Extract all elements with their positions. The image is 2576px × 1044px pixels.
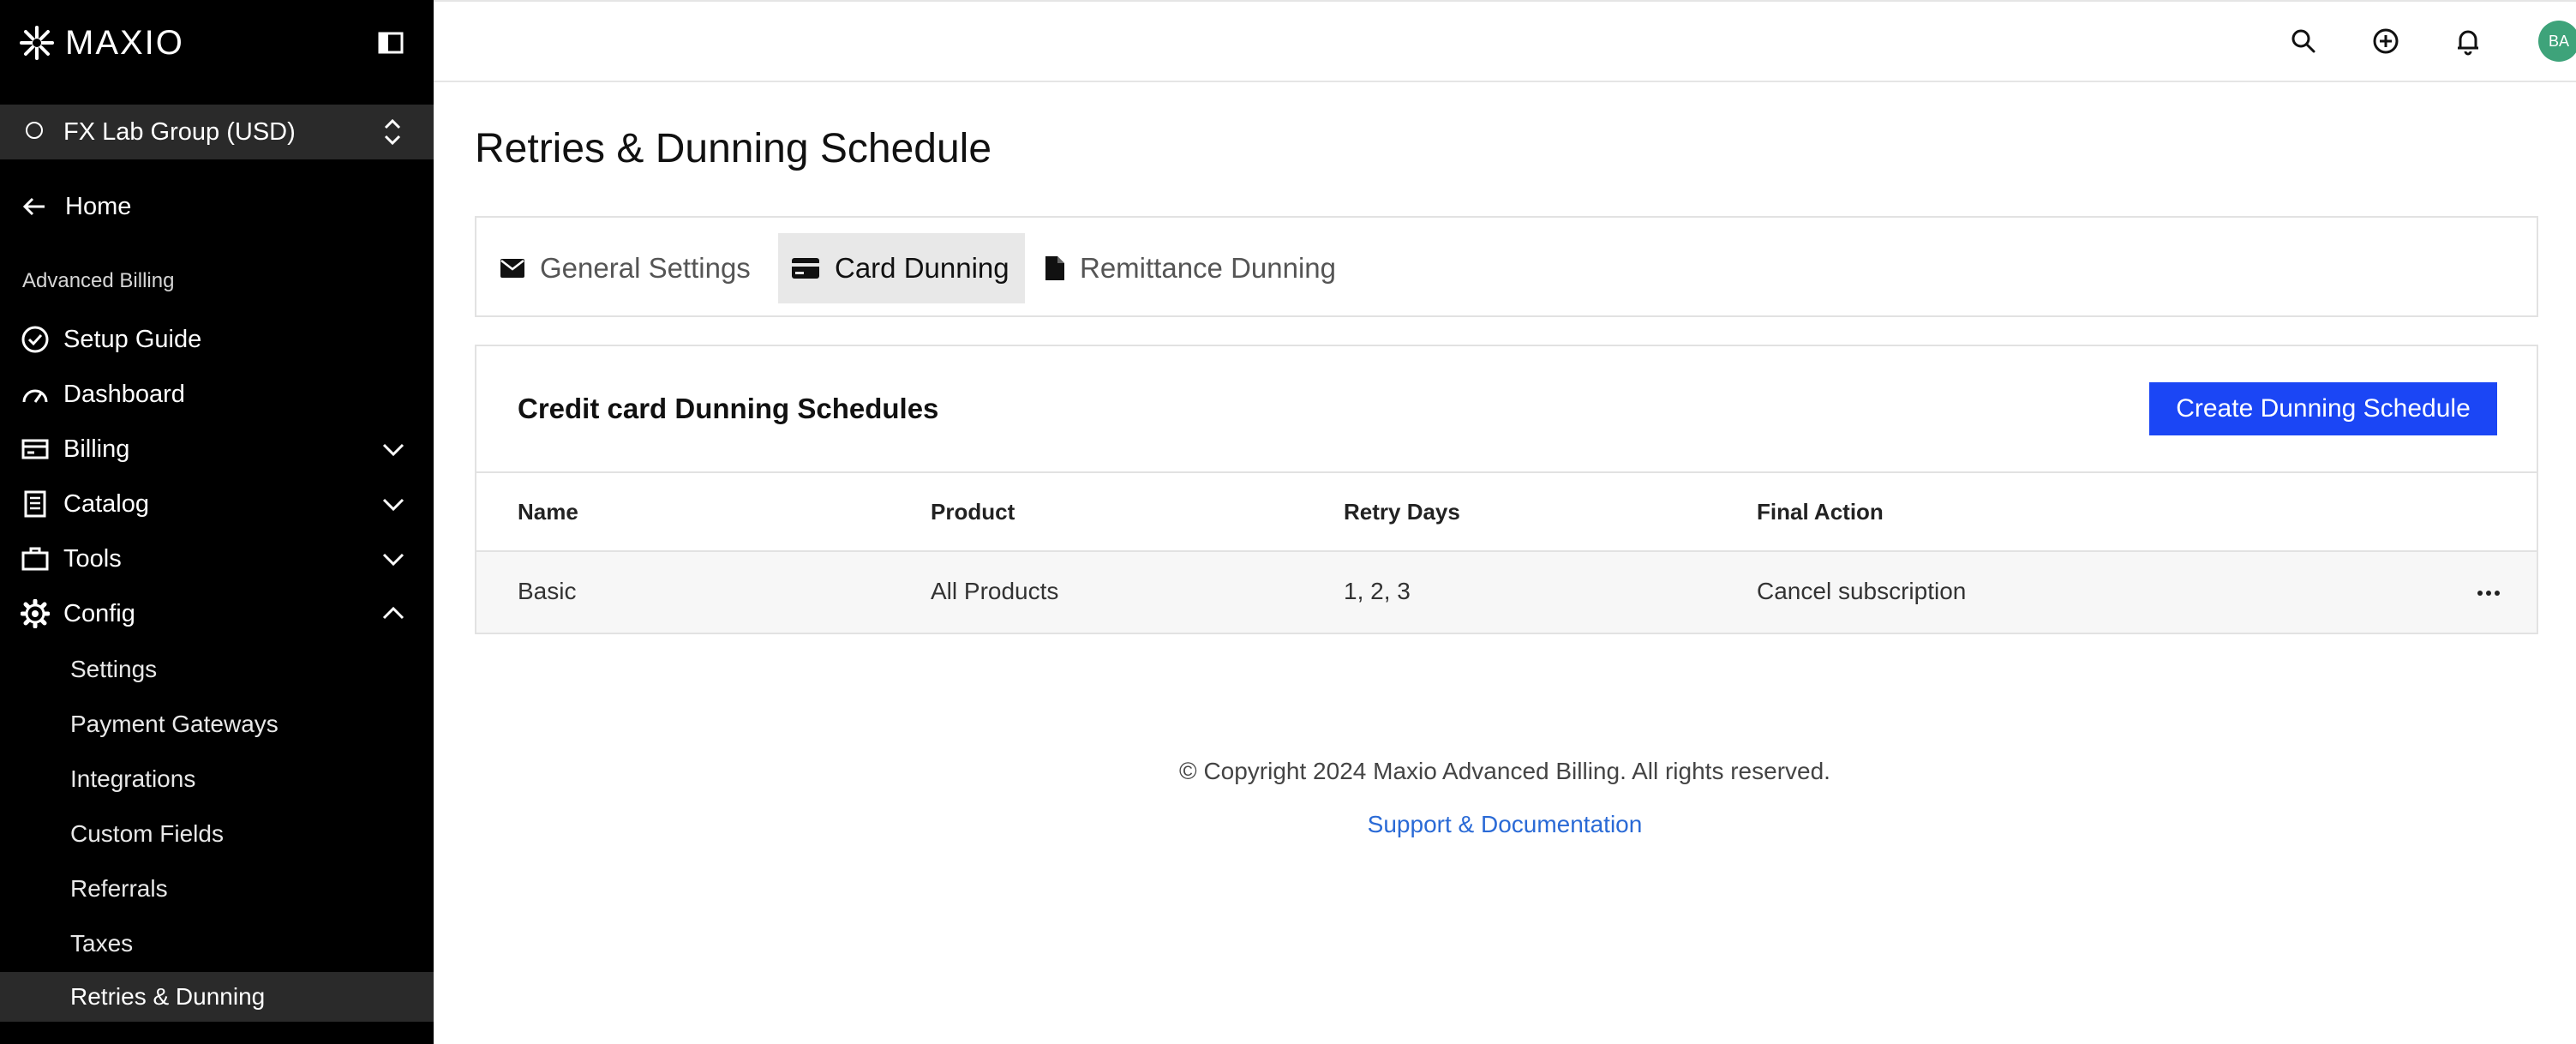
sidebar-item-label: Billing bbox=[63, 435, 130, 463]
create-dunning-schedule-button[interactable]: Create Dunning Schedule bbox=[2149, 382, 2497, 435]
sidebar-subitem-retries-dunning[interactable]: Retries & Dunning bbox=[0, 972, 434, 1022]
column-header-final-action: Final Action bbox=[1757, 499, 1884, 525]
column-header-product: Product bbox=[931, 499, 1015, 525]
tab-general-settings[interactable]: General Settings bbox=[500, 233, 761, 303]
page-title: Retries & Dunning Schedule bbox=[475, 126, 992, 171]
tab-label: Remittance Dunning bbox=[1080, 252, 1336, 284]
check-circle-icon bbox=[21, 325, 50, 354]
cell-final-action: Cancel subscription bbox=[1757, 578, 1967, 604]
sidebar-subitem-taxes[interactable]: Taxes bbox=[0, 919, 434, 969]
account-status-icon bbox=[26, 122, 43, 139]
document-icon bbox=[1045, 256, 1064, 280]
sidebar-subitem-referrals[interactable]: Referrals bbox=[0, 864, 434, 914]
more-actions-icon[interactable] bbox=[2473, 578, 2504, 609]
tab-card-dunning[interactable]: Card Dunning bbox=[778, 233, 1025, 303]
billing-card-icon bbox=[21, 435, 50, 464]
sidebar-item-label: Tools bbox=[63, 544, 122, 573]
tab-bar: General Settings Card Dunning Remittance… bbox=[475, 216, 2538, 317]
sidebar-item-catalog[interactable]: Catalog bbox=[0, 480, 434, 528]
avatar[interactable]: BA bbox=[2538, 21, 2576, 62]
sidebar-item-tools[interactable]: Tools bbox=[0, 535, 434, 583]
sidebar-subitem-label: Referrals bbox=[70, 875, 168, 902]
toolbox-icon bbox=[21, 544, 50, 573]
sidebar-subitem-label: Taxes bbox=[70, 930, 134, 957]
sidebar-item-label: Dashboard bbox=[63, 380, 185, 408]
tab-label: General Settings bbox=[540, 252, 751, 284]
cell-retry-days: 1, 2, 3 bbox=[1344, 578, 1411, 604]
search-icon[interactable] bbox=[2288, 26, 2319, 57]
chevron-up-down-icon bbox=[384, 118, 401, 146]
support-documentation-link[interactable]: Support & Documentation bbox=[434, 811, 2576, 838]
sidebar-subitem-settings[interactable]: Settings bbox=[0, 645, 434, 694]
table-header: Name Product Retry Days Final Action bbox=[476, 471, 2537, 552]
account-switcher[interactable]: FX Lab Group (USD) bbox=[0, 105, 434, 159]
sidebar-item-billing[interactable]: Billing bbox=[0, 425, 434, 473]
column-header-retry-days: Retry Days bbox=[1344, 499, 1460, 525]
section-label: Advanced Billing bbox=[22, 269, 175, 292]
sidebar-collapse-icon[interactable] bbox=[377, 29, 404, 57]
table-row[interactable]: Basic All Products 1, 2, 3 Cancel subscr… bbox=[476, 552, 2537, 633]
brand-name: MAXIO bbox=[65, 23, 184, 62]
support-link-label[interactable]: Support & Documentation bbox=[1368, 811, 1643, 837]
tab-remittance-dunning[interactable]: Remittance Dunning bbox=[1045, 233, 1336, 303]
sidebar-item-dashboard[interactable]: Dashboard bbox=[0, 370, 434, 418]
tab-label: Card Dunning bbox=[835, 252, 1009, 284]
avatar-initials: BA bbox=[2548, 32, 2569, 50]
sidebar-subitem-label: Integrations bbox=[70, 765, 196, 792]
cell-product: All Products bbox=[931, 578, 1059, 604]
home-label: Home bbox=[65, 192, 132, 220]
topbar bbox=[434, 0, 2576, 82]
catalog-book-icon bbox=[21, 489, 50, 519]
add-circle-icon[interactable] bbox=[2370, 26, 2401, 57]
sidebar-item-config[interactable]: Config bbox=[0, 590, 434, 638]
sidebar-subitem-label: Payment Gateways bbox=[70, 711, 279, 737]
sidebar-subitem-payment-gateways[interactable]: Payment Gateways bbox=[0, 699, 434, 749]
envelope-icon bbox=[500, 259, 524, 278]
sidebar-item-setup-guide[interactable]: Setup Guide bbox=[0, 315, 434, 363]
chevron-down-icon bbox=[382, 553, 404, 567]
maxio-logo-icon bbox=[20, 26, 54, 60]
sidebar-subitem-custom-fields[interactable]: Custom Fields bbox=[0, 809, 434, 859]
gear-icon bbox=[21, 599, 50, 628]
sidebar-item-label: Catalog bbox=[63, 489, 149, 518]
footer-copyright: © Copyright 2024 Maxio Advanced Billing.… bbox=[1179, 758, 1830, 784]
bell-icon[interactable] bbox=[2453, 26, 2483, 57]
credit-card-icon bbox=[792, 258, 819, 279]
cell-name: Basic bbox=[518, 578, 577, 604]
account-name: FX Lab Group (USD) bbox=[63, 117, 296, 146]
gauge-icon bbox=[21, 380, 50, 409]
card-title: Credit card Dunning Schedules bbox=[518, 393, 939, 424]
chevron-down-icon bbox=[382, 498, 404, 512]
column-header-name: Name bbox=[518, 499, 578, 525]
sidebar-subitem-integrations[interactable]: Integrations bbox=[0, 754, 434, 804]
sidebar-subitem-label: Retries & Dunning bbox=[70, 983, 266, 1010]
sidebar-subitem-label: Custom Fields bbox=[70, 820, 224, 847]
chevron-up-icon bbox=[382, 606, 404, 620]
arrow-left-icon bbox=[22, 197, 45, 216]
brand-logo[interactable]: MAXIO bbox=[19, 22, 184, 63]
sidebar-item-label: Config bbox=[63, 599, 135, 627]
chevron-down-icon bbox=[382, 443, 404, 457]
sidebar-subitem-label: Settings bbox=[70, 656, 158, 682]
sidebar-item-label: Setup Guide bbox=[63, 325, 202, 353]
dunning-schedules-card: Credit card Dunning Schedules Create Dun… bbox=[475, 345, 2538, 634]
sidebar: MAXIO FX Lab Group (USD) Home Advanced B… bbox=[0, 0, 434, 1044]
home-link[interactable]: Home bbox=[21, 189, 131, 224]
